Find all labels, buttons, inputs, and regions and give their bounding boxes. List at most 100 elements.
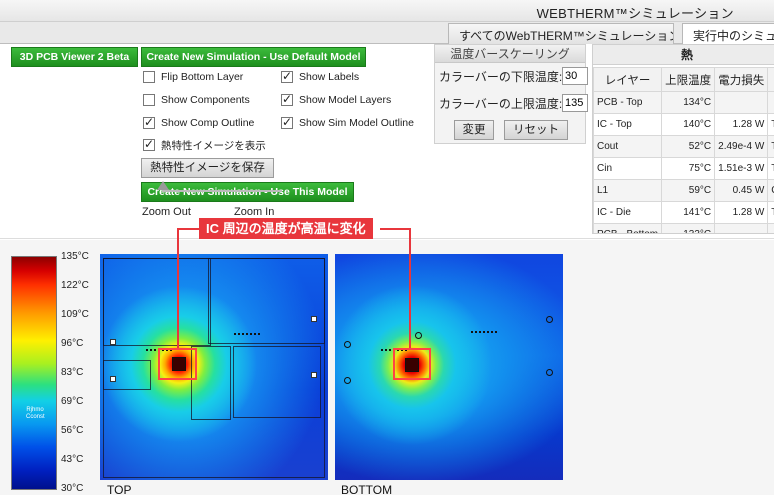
- layer-cell: PCB - Top: [593, 91, 663, 114]
- upper-limit-input[interactable]: [562, 94, 588, 112]
- layer-cell: Cout: [593, 135, 663, 158]
- color-bar-tick-label: 56°C: [61, 425, 84, 436]
- column-header[interactable]: レイヤー: [593, 67, 663, 92]
- column-header[interactable]: [767, 67, 774, 92]
- checkbox-label: 熱特性イメージを表示: [161, 139, 266, 152]
- results-table: レイヤー 上限温度 電力損失 PCB - Top 134°C IC - Top 14…: [593, 67, 774, 233]
- show-labels-checkbox[interactable]: Show Labels: [281, 69, 359, 85]
- extra-cell: T: [767, 201, 774, 224]
- temp-cell: 140°C: [661, 113, 716, 136]
- scaling-header: 温度バースケーリング: [435, 45, 585, 63]
- new-simulation-this-model-button[interactable]: Create New Simulation - Use This Model: [141, 182, 354, 202]
- callout-leader-line: [177, 228, 179, 348]
- tab-all-simulations[interactable]: すべてのWebTHERM™シミュレーション: [448, 23, 674, 44]
- extra-cell: T: [767, 157, 774, 180]
- via-marker: [344, 377, 351, 384]
- color-bar-tick-label: 30°C: [61, 483, 84, 494]
- temperature-color-bar: Rjhmo Cconst: [11, 256, 57, 490]
- checkbox-box[interactable]: [143, 94, 155, 106]
- checkbox-box[interactable]: [281, 115, 293, 129]
- table-row[interactable]: PCB - Top 134°C: [593, 91, 774, 114]
- power-cell: 1.51e-3 W: [714, 157, 769, 180]
- color-bar-tick-label: 43°C: [61, 454, 84, 465]
- extra-cell: C: [767, 179, 774, 202]
- power-cell: [714, 91, 769, 114]
- save-thermal-image-button[interactable]: 熱特性イメージを保存: [141, 158, 274, 178]
- reset-scaling-button[interactable]: リセット: [504, 120, 568, 140]
- component-marker: [110, 339, 116, 345]
- temp-cell: 133°C: [661, 223, 716, 233]
- via-marker: [344, 341, 351, 348]
- table-row[interactable]: IC - Top140°C1.28 WT: [593, 113, 774, 136]
- table-row[interactable]: PCB - Bottom133°C: [593, 223, 774, 233]
- checkbox-box[interactable]: [143, 115, 155, 129]
- copper-region-outline: [191, 346, 231, 420]
- table-row[interactable]: L159°C0.45 WC: [593, 179, 774, 202]
- callout-leader-line: [380, 228, 411, 230]
- extra-cell: [767, 223, 774, 233]
- top-thermal-map[interactable]: [100, 254, 328, 480]
- checkbox-box[interactable]: [281, 92, 293, 106]
- color-bar-tick-label: 69°C: [61, 396, 84, 407]
- show-comp-outline-checkbox[interactable]: Show Comp Outline: [143, 115, 254, 131]
- ic-chip: [405, 358, 419, 372]
- temp-cell: 59°C: [661, 179, 716, 202]
- zoom-slider-track[interactable]: [162, 190, 282, 192]
- zoom-in-label: Zoom In: [234, 206, 275, 218]
- checkbox-label: Show Comp Outline: [161, 117, 255, 129]
- color-bar-tick-label: 135°C: [61, 251, 89, 262]
- lower-limit-label: カラーバーの下限温度:: [439, 70, 563, 84]
- component-marker: [110, 376, 116, 382]
- color-bar-caption: Rjhmo Cconst: [26, 407, 45, 420]
- apply-scaling-button[interactable]: 変更: [454, 120, 494, 140]
- column-header[interactable]: 上限温度: [661, 67, 716, 92]
- callout-leader-line: [177, 228, 200, 230]
- show-sim-model-outline-checkbox[interactable]: Show Sim Model Outline: [281, 115, 414, 131]
- pcb-viewer-button[interactable]: 3D PCB Viewer 2 Beta: [11, 47, 138, 67]
- show-thermal-image-checkbox[interactable]: 熱特性イメージを表示: [143, 137, 266, 153]
- table-row[interactable]: Cin75°C1.51e-3 WT: [593, 157, 774, 180]
- copper-region-outline: [208, 258, 325, 344]
- bottom-thermal-map[interactable]: [335, 254, 563, 480]
- via-marker: [546, 316, 553, 323]
- copper-region-outline: [103, 258, 211, 346]
- copper-region-outline: [233, 346, 321, 418]
- table-row[interactable]: Cout52°C2.49e-4 WT: [593, 135, 774, 158]
- checkbox-box[interactable]: [281, 69, 293, 83]
- color-bar-tick-label: 96°C: [61, 338, 84, 349]
- checkbox-label: Show Model Layers: [299, 94, 392, 106]
- table-row[interactable]: IC - Die141°C1.28 WT: [593, 201, 774, 224]
- section-divider: [0, 238, 774, 239]
- lower-limit-input[interactable]: [562, 67, 588, 85]
- zoom-slider-handle[interactable]: [157, 181, 169, 190]
- show-components-checkbox[interactable]: Show Components: [143, 92, 250, 108]
- ic-chip: [172, 357, 186, 371]
- checkbox-box[interactable]: [143, 71, 155, 83]
- checkbox-box[interactable]: [143, 137, 155, 151]
- results-header: 熱: [593, 45, 774, 65]
- checkbox-label: Flip Bottom Layer: [161, 71, 244, 83]
- new-simulation-default-button[interactable]: Create New Simulation - Use Default Mode…: [141, 47, 366, 67]
- title-bar: WEBTHERM™シミュレーション: [0, 0, 774, 22]
- extra-cell: T: [767, 135, 774, 158]
- component-marker: [311, 372, 317, 378]
- annotation-callout: IC 周辺の温度が高温に変化: [199, 218, 373, 239]
- flip-bottom-layer-checkbox[interactable]: Flip Bottom Layer: [143, 69, 243, 85]
- control-panel: 3D PCB Viewer 2 Beta Create New Simulati…: [8, 44, 428, 218]
- temperature-scaling-panel: 温度バースケーリング カラーバーの下限温度: カラーバーの上限温度: 変更 リセ…: [434, 44, 588, 144]
- zoom-out-label: Zoom Out: [142, 206, 191, 218]
- temp-cell: 141°C: [661, 201, 716, 224]
- power-cell: 1.28 W: [714, 113, 769, 136]
- via-row: [471, 331, 497, 333]
- column-header[interactable]: 電力損失: [714, 67, 769, 92]
- show-model-layers-checkbox[interactable]: Show Model Layers: [281, 92, 391, 108]
- tab-bar: すべてのWebTHERM™シミュレーション 実行中のシミュレーション: [0, 22, 774, 44]
- checkbox-label: Show Components: [161, 94, 250, 106]
- temp-cell: 75°C: [661, 157, 716, 180]
- via-marker: [546, 369, 553, 376]
- color-bar-tick-label: 83°C: [61, 367, 84, 378]
- top-view-label: TOP: [107, 483, 132, 495]
- extra-cell: [767, 91, 774, 114]
- power-cell: 2.49e-4 W: [714, 135, 769, 158]
- tab-running-simulation[interactable]: 実行中のシミュレーション: [682, 23, 774, 44]
